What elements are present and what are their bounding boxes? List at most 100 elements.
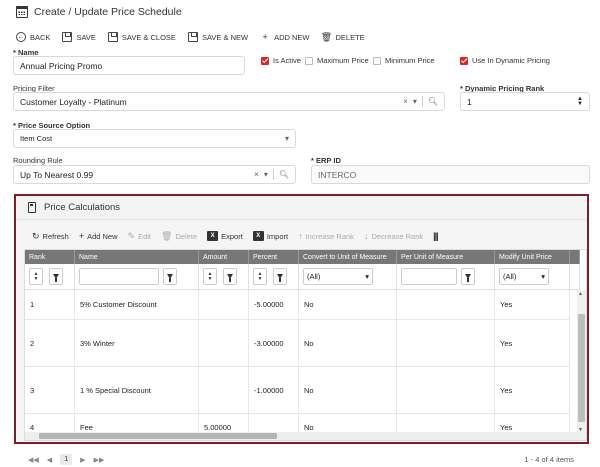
- vertical-scrollbar[interactable]: ▲ ▼: [577, 290, 586, 440]
- rank-filter-stepper[interactable]: ▲ ▼: [29, 268, 43, 285]
- table-row[interactable]: 1 5% Customer Discount -5.00000 No Yes: [25, 290, 570, 320]
- is-active-checkbox[interactable]: Is Active: [261, 56, 301, 65]
- filter-cell-modify: (All) ▾: [495, 264, 570, 289]
- maximum-price-label: Maximum Price: [317, 56, 369, 65]
- filter-cell-convert: (All) ▾: [299, 264, 397, 289]
- column-percent-label: Percent: [253, 253, 278, 261]
- use-dynamic-pricing-label: Use In Dynamic Pricing: [472, 56, 550, 65]
- delete-label: DELETE: [335, 32, 365, 42]
- modify-filter-select[interactable]: (All) ▾: [499, 268, 549, 285]
- convert-filter-select[interactable]: (All) ▾: [303, 268, 373, 285]
- column-header-name[interactable]: Name: [75, 250, 199, 264]
- filter-funnel-button[interactable]: [163, 268, 177, 285]
- grid-toolbar: ↻ Refresh + Add New ✎ Edit 🗑 Delete X Export …: [32, 229, 448, 243]
- column-header-percent[interactable]: Percent: [249, 250, 299, 264]
- cell-per-uom: [397, 367, 495, 413]
- amount-filter-stepper[interactable]: ▲ ▼: [203, 268, 217, 285]
- next-page-icon[interactable]: ▶: [80, 456, 85, 464]
- filter-icon: [53, 274, 59, 282]
- chevron-down-icon[interactable]: ▾: [413, 97, 417, 106]
- floppy-icon: [187, 32, 198, 42]
- first-page-icon[interactable]: ◀◀: [28, 456, 39, 464]
- back-button[interactable]: ← BACK: [16, 32, 50, 42]
- clear-icon[interactable]: ×: [403, 97, 408, 106]
- chevron-down-icon[interactable]: ▾: [285, 134, 289, 143]
- column-per-uom-label: Per Unit of Measure: [401, 253, 464, 261]
- cell-name: 5% Customer Discount: [75, 290, 199, 319]
- spinner-icon[interactable]: ▲ ▼: [577, 96, 583, 107]
- name-filter-input[interactable]: [79, 268, 159, 285]
- grid-filter-row: ▲ ▼ ▲ ▼ ▲ ▼ (All) ▾ (All) ▾: [25, 264, 580, 290]
- rounding-rule-label: Rounding Rule: [13, 156, 63, 165]
- search-icon[interactable]: 🔍︎: [428, 97, 438, 106]
- vertical-scroll-thumb[interactable]: [578, 314, 585, 422]
- percent-filter-stepper[interactable]: ▲ ▼: [253, 268, 267, 285]
- export-button[interactable]: X Export: [207, 231, 243, 241]
- filter-funnel-button[interactable]: [273, 268, 287, 285]
- is-active-label: Is Active: [273, 56, 301, 65]
- plus-icon: +: [262, 32, 268, 42]
- sort-up-icon: ↑: [298, 231, 303, 241]
- rounding-rule-select[interactable]: Up To Nearest 0.99 × ▾ 🔍︎: [13, 165, 296, 184]
- grid-add-new-button[interactable]: + Add New: [79, 231, 118, 241]
- column-header-convert[interactable]: Convert to Unit of Measure: [299, 250, 397, 264]
- decrease-rank-button[interactable]: ↓ Decrease Rank: [364, 231, 423, 241]
- chevron-down-icon[interactable]: ▾: [264, 170, 268, 179]
- use-dynamic-pricing-checkbox[interactable]: Use In Dynamic Pricing: [460, 56, 550, 65]
- column-header-amount[interactable]: Amount: [199, 250, 249, 264]
- erp-id-label: * ERP ID: [311, 156, 341, 165]
- floppy-icon: [107, 32, 118, 42]
- filter-cell-name: [75, 264, 199, 289]
- scroll-up-icon[interactable]: ▲: [578, 291, 583, 297]
- search-icon[interactable]: 🔍︎: [279, 170, 289, 179]
- column-rank-label: Rank: [29, 253, 46, 261]
- title-bar: Create / Update Price Schedule: [0, 0, 600, 24]
- column-header-extra: [570, 250, 580, 264]
- name-input[interactable]: Annual Pricing Promo: [13, 56, 245, 75]
- per-uom-filter-input[interactable]: [401, 268, 457, 285]
- column-header-per-uom[interactable]: Per Unit of Measure: [397, 250, 495, 264]
- filter-funnel-button[interactable]: [223, 268, 237, 285]
- calculator-icon: [28, 202, 36, 213]
- erp-id-value: INTERCO: [318, 169, 357, 180]
- chevron-down-icon: ▾: [541, 272, 545, 281]
- sort-down-icon: ↓: [363, 231, 369, 241]
- last-page-icon[interactable]: ▶▶: [94, 456, 105, 464]
- columns-button[interactable]: |||: [433, 231, 438, 241]
- price-calculations-panel: Price Calculations ↻ Refresh + Add New ✎ Ed…: [14, 194, 589, 444]
- edit-button[interactable]: ✎ Edit: [128, 231, 151, 242]
- clear-icon[interactable]: ×: [254, 170, 259, 179]
- grid-delete-button[interactable]: 🗑 Delete: [161, 231, 197, 242]
- column-header-modify[interactable]: Modify Unit Price: [495, 250, 570, 264]
- horizontal-scroll-thumb[interactable]: [39, 433, 277, 439]
- refresh-button[interactable]: ↻ Refresh: [32, 231, 69, 242]
- delete-button[interactable]: 🗑 DELETE: [321, 32, 365, 42]
- pricing-filter-select[interactable]: Customer Loyalty - Platinum × ▾ 🔍︎: [13, 92, 445, 111]
- dynamic-rank-stepper[interactable]: 1 ▲ ▼: [460, 92, 590, 111]
- column-header-rank[interactable]: Rank *: [25, 250, 75, 264]
- import-button[interactable]: X Import: [252, 231, 289, 241]
- cell-modify: Yes: [495, 320, 570, 366]
- maximum-price-checkbox[interactable]: Maximum Price: [305, 56, 369, 65]
- back-label: BACK: [30, 32, 51, 42]
- import-label: Import: [266, 231, 289, 241]
- save-button[interactable]: SAVE: [62, 32, 96, 42]
- add-new-button[interactable]: + ADD NEW: [260, 32, 309, 42]
- cell-percent: -1.00000: [249, 367, 299, 413]
- filter-funnel-button[interactable]: [461, 268, 475, 285]
- horizontal-scrollbar[interactable]: [25, 432, 579, 440]
- table-row[interactable]: 2 3% Winter -3.00000 No Yes: [25, 320, 570, 367]
- erp-id-input[interactable]: INTERCO: [311, 165, 590, 184]
- save-new-button[interactable]: SAVE & NEW: [187, 32, 248, 42]
- cell-per-uom: [397, 320, 495, 366]
- current-page[interactable]: 1: [60, 454, 73, 465]
- add-new-label: Add New: [87, 231, 118, 241]
- save-label: SAVE: [76, 32, 96, 42]
- increase-rank-button[interactable]: ↑ Increase Rank: [298, 231, 354, 241]
- save-close-button[interactable]: SAVE & CLOSE: [107, 32, 176, 42]
- price-source-select[interactable]: Item Cost ▾: [13, 129, 296, 148]
- prev-page-icon[interactable]: ◀: [47, 456, 52, 464]
- filter-funnel-button[interactable]: [49, 268, 63, 285]
- minimum-price-checkbox[interactable]: Minimum Price: [373, 56, 435, 65]
- table-row[interactable]: 3 1 % Special Discount -1.00000 No Yes: [25, 367, 570, 414]
